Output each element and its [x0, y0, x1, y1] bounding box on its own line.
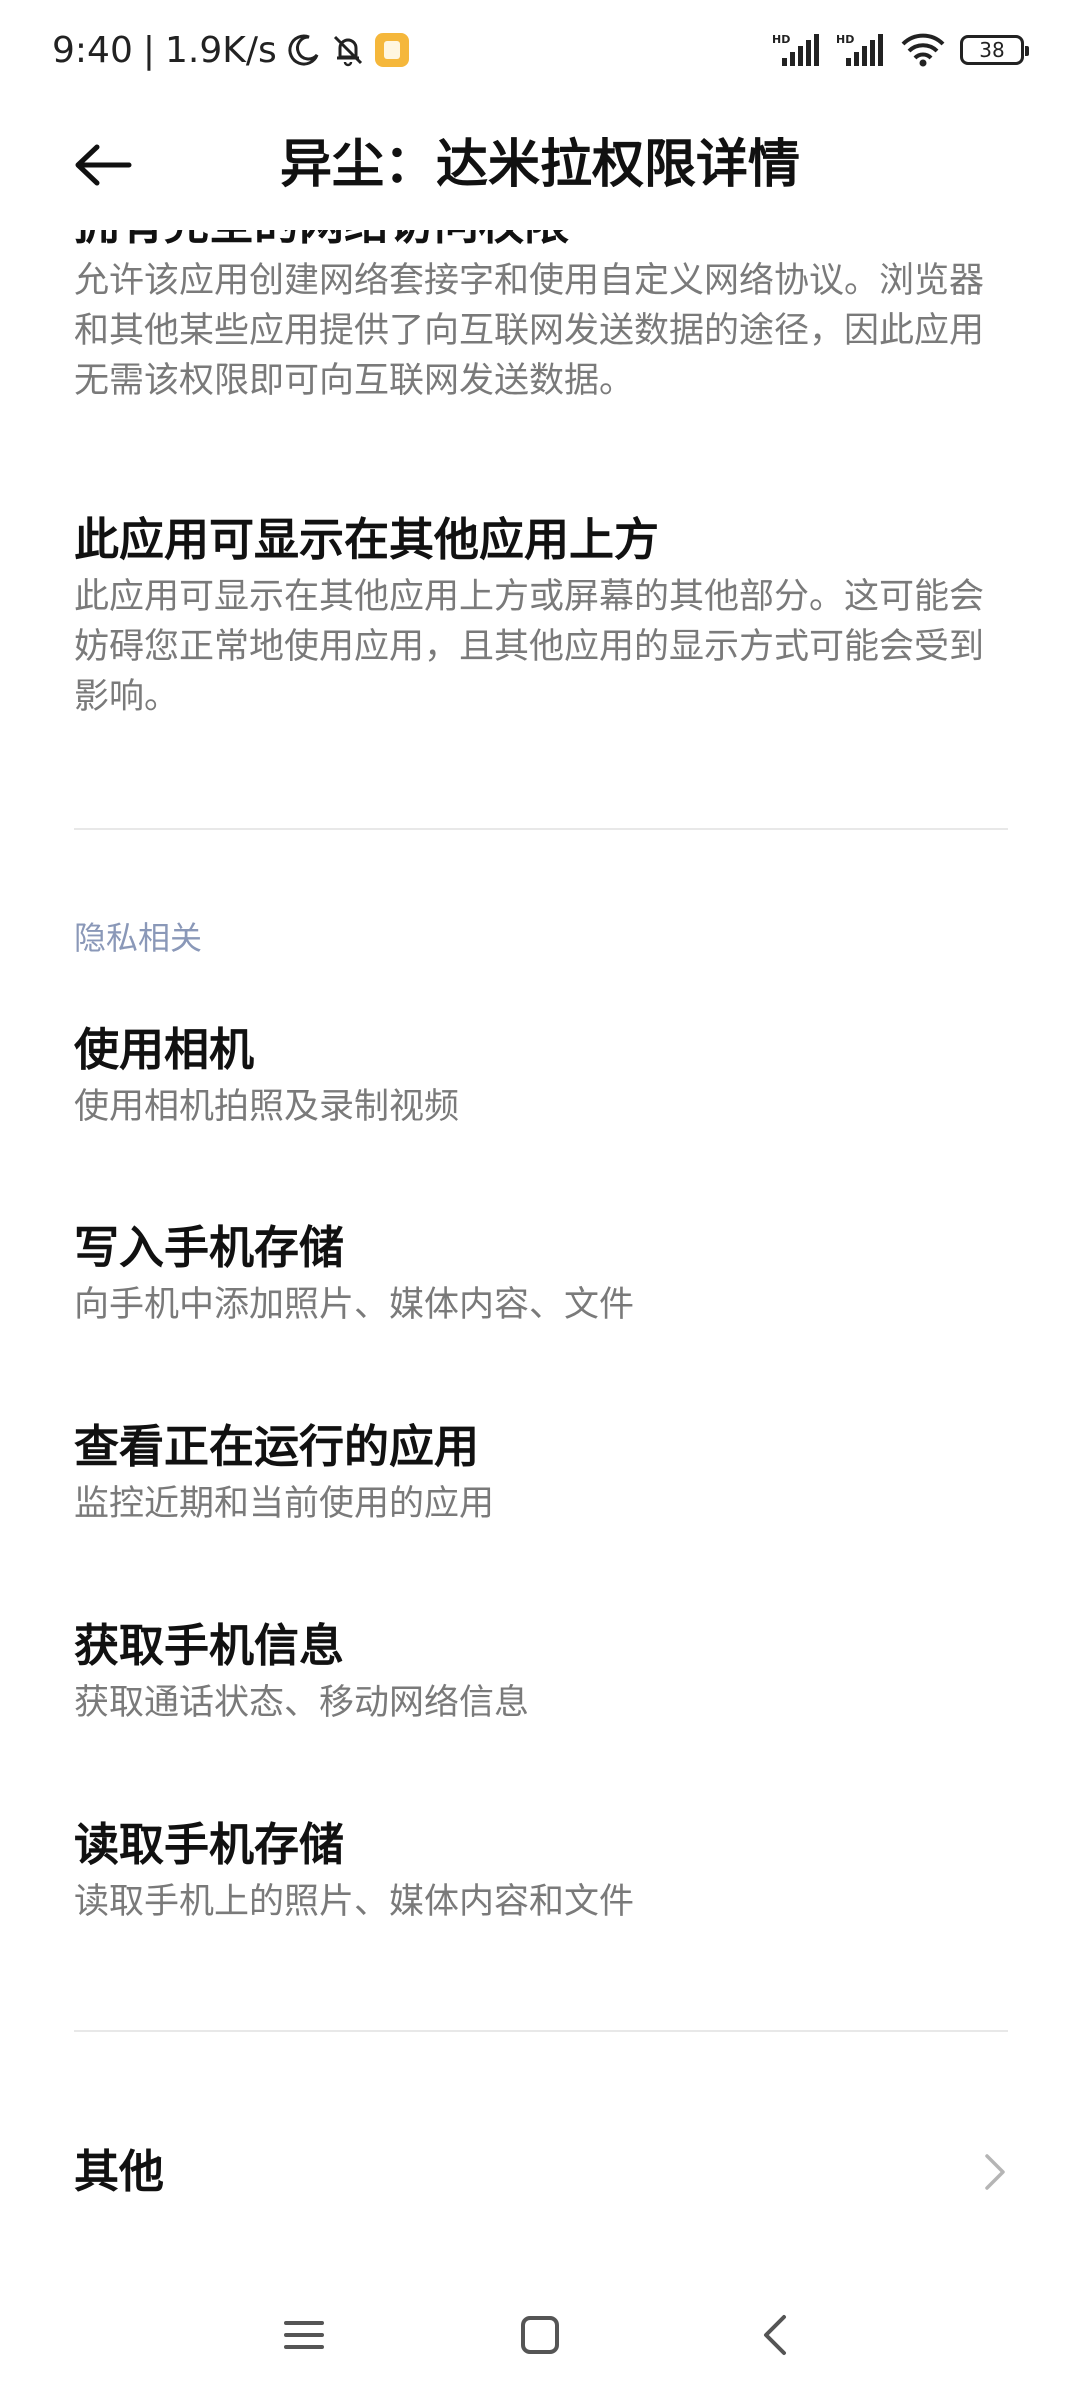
status-right: HD HD 38 — [772, 26, 1029, 74]
status-bar: 9:40 | 1.9K/s HD HD 38 — [0, 0, 1080, 100]
other-label: 其他 — [74, 2145, 165, 2198]
battery-icon: 38 — [960, 35, 1029, 65]
permission-title: 此应用可显示在其他应用上方 — [74, 513, 660, 566]
permission-item-read-storage[interactable]: 读取手机存储 读取手机上的照片、媒体内容和文件 — [74, 1815, 1014, 1927]
hd-signal-icon: HD — [772, 32, 822, 68]
menu-button[interactable] — [274, 2305, 334, 2365]
screen: 9:40 | 1.9K/s HD HD 38 异尘：达米拉权限详情 允许该应用创… — [0, 0, 1080, 2400]
permission-description: 获取通话状态、移动网络信息 — [74, 1683, 530, 1723]
battery-level: 38 — [979, 38, 1005, 62]
svg-text:HD: HD — [836, 33, 854, 46]
permission-item-write-storage[interactable]: 写入手机存储 向手机中添加照片、媒体内容、文件 — [74, 1218, 1014, 1330]
permission-description: 读取手机上的照片、媒体内容和文件 — [74, 1882, 635, 1922]
bell-off-icon — [331, 33, 365, 67]
moon-icon — [287, 33, 321, 67]
chevron-right-icon — [985, 2154, 1005, 2190]
home-square-icon — [521, 2316, 559, 2354]
permission-item-camera[interactable]: 使用相机 使用相机拍照及录制视频 — [74, 1020, 1014, 1132]
wifi-icon — [900, 32, 946, 68]
permission-description: 允许该应用创建网络套接字和使用自定义网络协议。浏览器和其他某些应用提供了向互联网… — [74, 261, 985, 401]
permission-title: 查看正在运行的应用 — [74, 1420, 480, 1473]
permission-item-phone-info[interactable]: 获取手机信息 获取通话状态、移动网络信息 — [74, 1616, 1014, 1728]
permission-description: 向手机中添加照片、媒体内容、文件 — [74, 1285, 635, 1325]
permission-item-overlay[interactable]: 此应用可显示在其他应用上方 此应用可显示在其他应用上方或屏幕的其他部分。这可能会… — [74, 510, 1014, 722]
permission-title: 写入手机存储 — [74, 1221, 345, 1274]
divider — [74, 828, 1008, 830]
divider — [74, 2030, 1008, 2032]
other-row[interactable]: 其他 — [0, 2107, 1080, 2237]
permissions-list[interactable]: 拥有完全的网络访问权限 允许该应用创建网络套接字和使用自定义网络协议。浏览器和其… — [0, 230, 1080, 2270]
hd-signal-icon: HD — [836, 32, 886, 68]
status-net-speed: 1.9K/s — [164, 29, 277, 71]
permission-description: 监控近期和当前使用的应用 — [74, 1484, 495, 1524]
svg-text:HD: HD — [772, 33, 790, 46]
home-button[interactable] — [510, 2305, 570, 2365]
notification-app-icon — [374, 33, 409, 67]
nav-back-button[interactable] — [746, 2305, 806, 2365]
permission-description: 使用相机拍照及录制视频 — [74, 1087, 460, 1127]
status-separator: | — [142, 29, 155, 71]
page-title: 异尘：达米拉权限详情 — [279, 135, 800, 195]
permission-item-running-apps[interactable]: 查看正在运行的应用 监控近期和当前使用的应用 — [74, 1417, 1014, 1529]
permission-item-network[interactable]: 拥有完全的网络访问权限 允许该应用创建网络套接字和使用自定义网络协议。浏览器和其… — [74, 230, 1014, 406]
status-time: 9:40 — [52, 29, 133, 71]
permission-title: 获取手机信息 — [74, 1619, 345, 1672]
permission-title: 使用相机 — [74, 1023, 255, 1076]
menu-icon — [284, 2321, 324, 2349]
header: 异尘：达米拉权限详情 — [0, 100, 1080, 230]
permission-title: 拥有完全的网络访问权限 — [74, 230, 1014, 254]
section-header-privacy: 隐私相关 — [74, 919, 203, 957]
status-left: 9:40 | 1.9K/s — [52, 22, 409, 78]
permission-title: 读取手机存储 — [74, 1818, 345, 1871]
permission-description: 此应用可显示在其他应用上方或屏幕的其他部分。这可能会妨碍您正常地使用应用，且其他… — [74, 577, 985, 717]
back-chevron-icon — [764, 2315, 786, 2355]
navigation-bar — [0, 2270, 1080, 2400]
